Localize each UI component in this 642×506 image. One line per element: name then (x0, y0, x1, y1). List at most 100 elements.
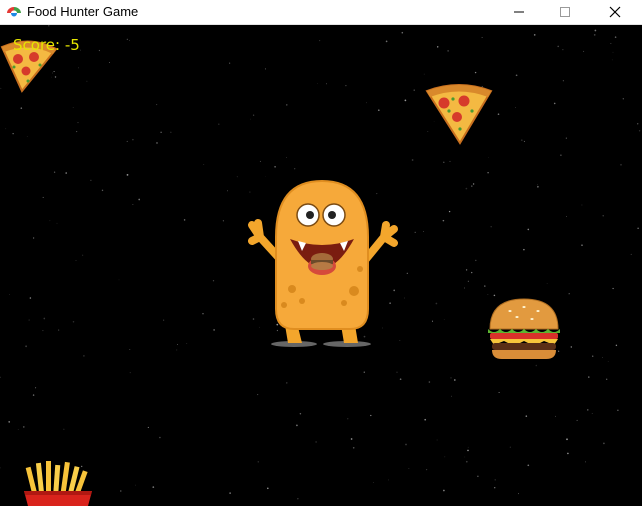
star (109, 62, 110, 64)
star (497, 113, 500, 115)
star (592, 355, 594, 357)
game-canvas[interactable]: Score: -5 (0, 25, 642, 506)
star (75, 260, 77, 261)
star (326, 83, 328, 85)
star (76, 131, 78, 133)
star (490, 226, 492, 228)
title-bar[interactable]: Food Hunter Game (0, 0, 642, 25)
star (183, 219, 186, 221)
star (406, 272, 408, 274)
star (170, 131, 172, 133)
star (294, 168, 296, 170)
star (607, 361, 609, 363)
star (222, 220, 224, 222)
star (98, 49, 100, 52)
minimize-icon (514, 11, 524, 13)
star (22, 426, 25, 428)
pizza-slice-icon (425, 84, 493, 145)
star (464, 456, 466, 458)
star (630, 253, 632, 255)
star (129, 40, 130, 41)
star (602, 357, 603, 358)
star (403, 297, 406, 299)
star (213, 329, 215, 331)
star (425, 468, 428, 471)
star (431, 320, 434, 322)
star (56, 222, 58, 224)
star (583, 50, 585, 52)
star (593, 34, 596, 36)
french-fries-icon (24, 461, 92, 506)
star (267, 487, 269, 490)
star (58, 329, 60, 331)
star (186, 342, 188, 344)
star (487, 172, 489, 174)
star (129, 372, 131, 374)
star (404, 99, 407, 102)
star (315, 441, 317, 443)
star (236, 176, 238, 178)
star (413, 89, 415, 91)
monster-player-icon (248, 179, 398, 347)
star (229, 492, 231, 494)
star (622, 98, 624, 100)
star (396, 371, 398, 373)
star (450, 377, 452, 379)
star (212, 280, 215, 282)
star (299, 412, 302, 415)
star (515, 74, 518, 77)
star (90, 179, 92, 181)
window-title: Food Hunter Game (27, 4, 139, 19)
star (581, 204, 583, 206)
star (229, 62, 231, 64)
star (156, 104, 158, 106)
star (101, 189, 104, 192)
star (177, 344, 179, 345)
star (405, 443, 407, 446)
star (612, 51, 614, 53)
star (612, 287, 614, 290)
star (428, 381, 431, 383)
star (250, 118, 251, 120)
star (443, 161, 445, 164)
close-button[interactable] (592, 0, 638, 24)
minimize-button[interactable] (496, 0, 542, 24)
star (594, 29, 597, 32)
star (546, 283, 548, 285)
star (72, 107, 74, 108)
star (202, 313, 204, 315)
star (42, 330, 44, 332)
star (80, 49, 81, 51)
star (602, 215, 604, 217)
star (442, 219, 445, 222)
star (611, 59, 613, 61)
star (17, 429, 19, 430)
star (465, 187, 468, 190)
star (637, 227, 639, 229)
maximize-button[interactable] (542, 0, 588, 24)
star (53, 171, 56, 173)
star (296, 424, 298, 427)
star (65, 172, 68, 174)
star (533, 34, 536, 36)
star (347, 418, 349, 420)
star (617, 409, 619, 411)
star (560, 154, 562, 156)
star (537, 184, 538, 186)
star (453, 379, 456, 381)
star (614, 36, 617, 38)
star (20, 107, 23, 109)
star (603, 442, 605, 445)
star (257, 394, 259, 396)
star (576, 419, 578, 421)
star (408, 468, 410, 469)
star (568, 293, 570, 295)
star (467, 449, 469, 452)
star (274, 165, 276, 168)
star (385, 40, 388, 43)
star (567, 452, 569, 455)
star (42, 196, 44, 198)
star (637, 123, 639, 125)
star (32, 394, 35, 396)
star (463, 287, 465, 289)
